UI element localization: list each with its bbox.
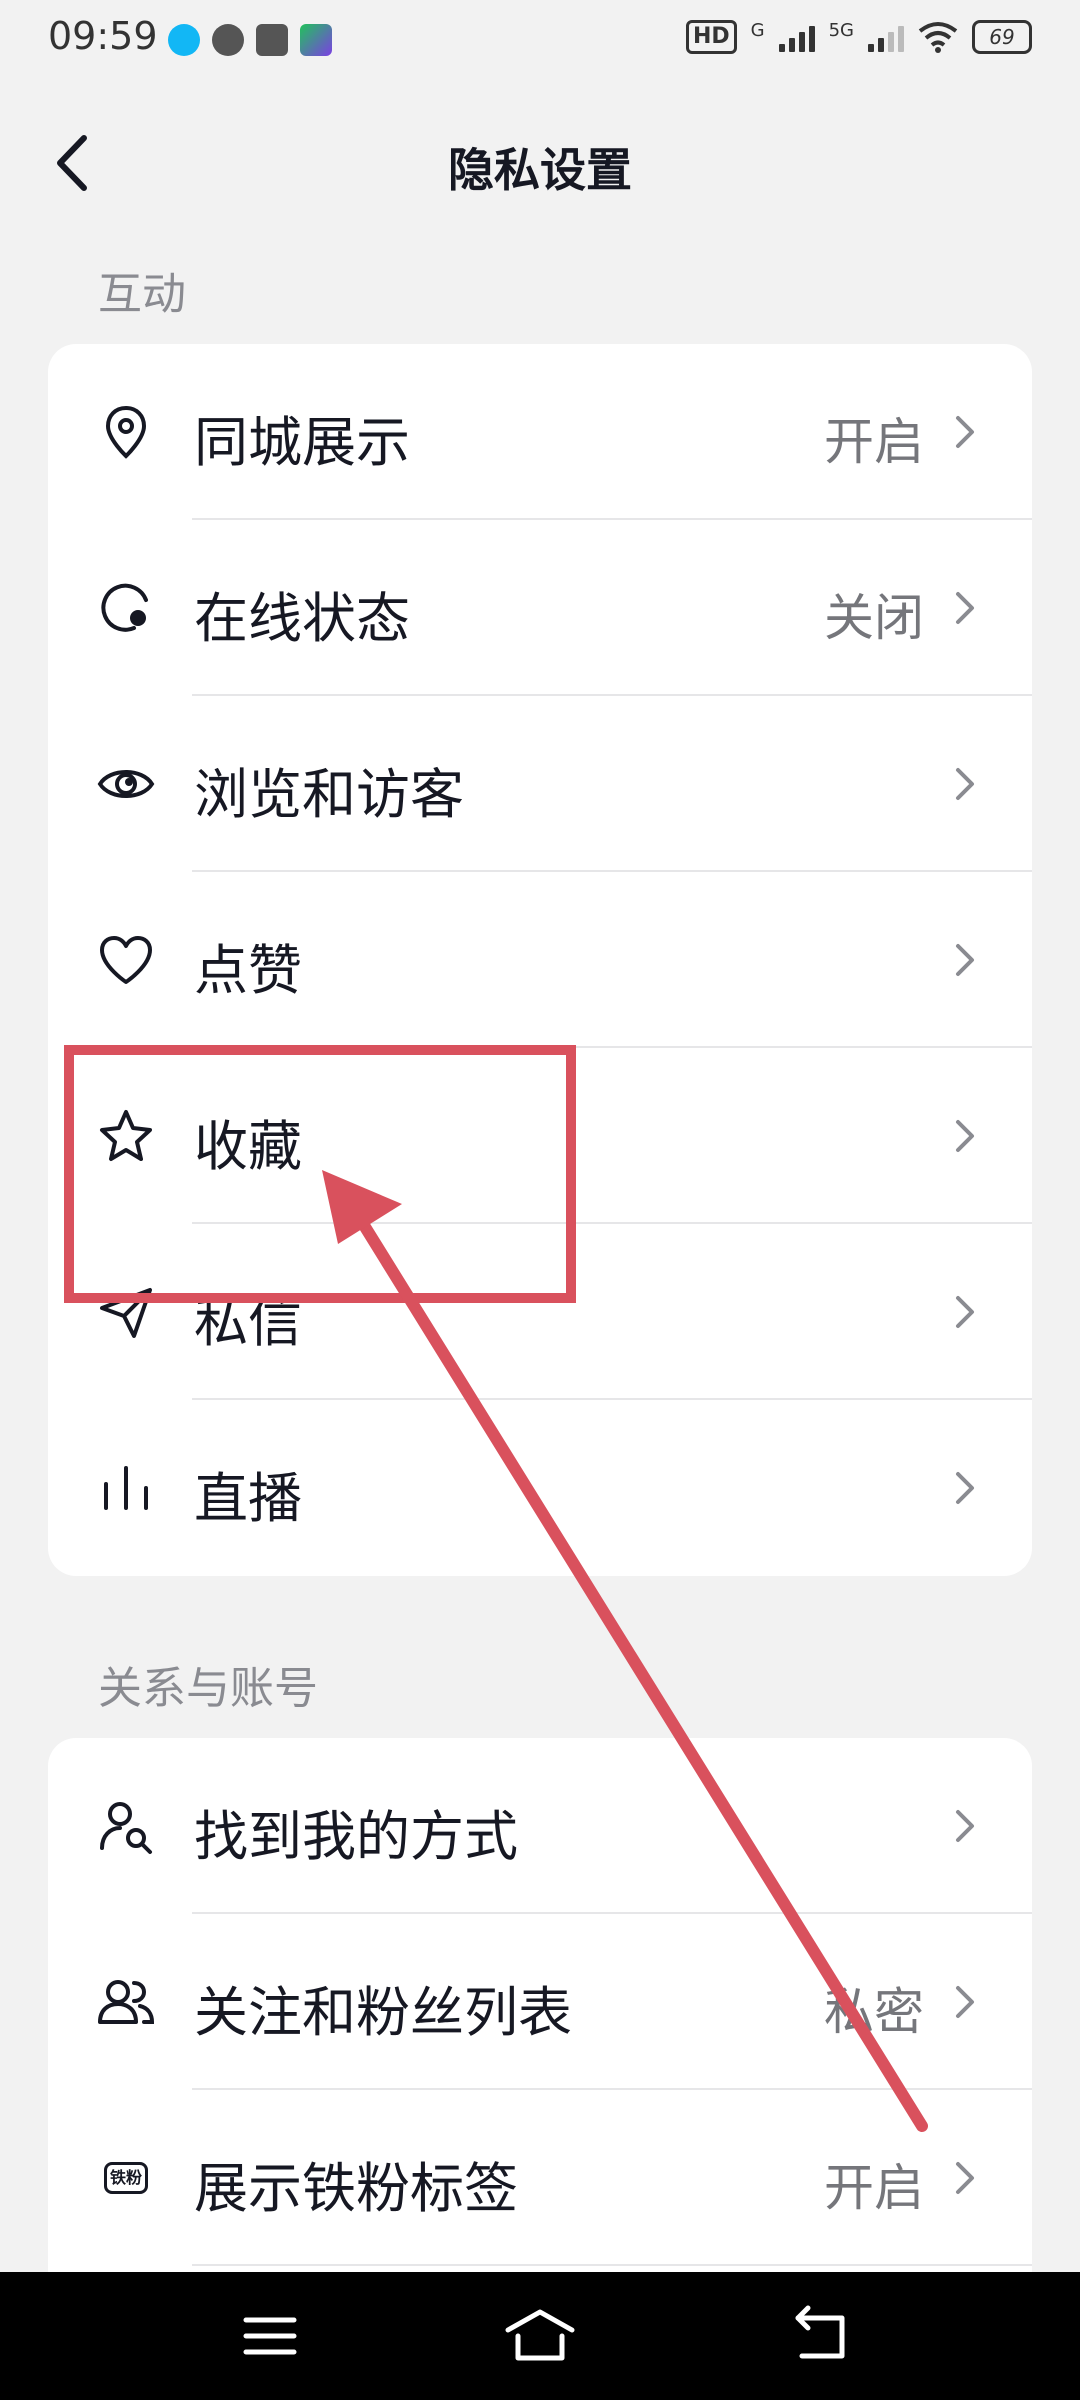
setting-row-nearby[interactable]: 同城展示 开启 xyxy=(48,344,1032,520)
app-circle-icon xyxy=(212,24,244,56)
setting-label: 私信 xyxy=(194,1291,302,1354)
setting-row-following-fans[interactable]: 关注和粉丝列表 私密 xyxy=(48,1914,1032,2090)
chevron-right-icon xyxy=(956,1472,974,1504)
chevron-right-icon xyxy=(956,2162,974,2194)
iqiyi-icon xyxy=(300,24,332,56)
calendar-icon xyxy=(256,24,288,56)
location-pin-icon xyxy=(105,405,147,459)
status-bar: 09:59 HD G 5G 69 xyxy=(0,0,1080,80)
signal-icon xyxy=(778,22,815,52)
signal-5g-icon xyxy=(868,22,904,52)
system-navigation-bar xyxy=(0,2272,1080,2400)
setting-label: 在线状态 xyxy=(194,587,410,650)
setting-value: 开启 xyxy=(824,2159,924,2217)
setting-value: 关闭 xyxy=(824,589,924,647)
section-title-relations: 关系与账号 xyxy=(98,1663,318,1714)
header: 隐私设置 xyxy=(0,100,1080,230)
setting-row-likes[interactable]: 点赞 xyxy=(48,872,1032,1048)
setting-label: 找到我的方式 xyxy=(194,1805,518,1868)
heart-icon xyxy=(100,936,152,984)
find-user-icon xyxy=(100,1802,152,1854)
setting-row-favorites[interactable]: 收藏 xyxy=(48,1048,1032,1224)
eye-icon xyxy=(97,770,155,798)
setting-label: 关注和粉丝列表 xyxy=(194,1981,572,2044)
chevron-right-icon xyxy=(956,1120,974,1152)
chevron-right-icon xyxy=(956,416,974,448)
setting-label: 点赞 xyxy=(194,939,302,1002)
qq-icon xyxy=(168,24,200,56)
chevron-right-icon xyxy=(956,768,974,800)
setting-value: 私密 xyxy=(824,1983,924,2041)
setting-row-find-me[interactable]: 找到我的方式 xyxy=(48,1738,1032,1914)
setting-row-views-visitors[interactable]: 浏览和访客 xyxy=(48,696,1032,872)
network-label-2: 5G xyxy=(828,20,854,41)
status-right: HD G 5G 69 xyxy=(685,20,1032,54)
interaction-settings-card: 同城展示 开启 在线状态 关闭 浏览和访客 点赞 收藏 私信 直播 xyxy=(48,344,1032,1576)
network-label-1: G xyxy=(750,20,765,41)
setting-row-live[interactable]: 直播 xyxy=(48,1400,1032,1576)
status-time: 09:59 xyxy=(48,14,158,58)
setting-row-fan-badge[interactable]: 铁粉 展示铁粉标签 开启 xyxy=(48,2090,1032,2266)
star-icon xyxy=(100,1110,152,1161)
live-bars-icon xyxy=(104,1466,148,1510)
setting-label: 浏览和访客 xyxy=(194,763,464,826)
fan-badge-text: 铁粉 xyxy=(103,2162,148,2194)
back-arrow-icon[interactable] xyxy=(782,2300,862,2372)
battery-indicator: 69 xyxy=(972,20,1032,54)
notification-icons xyxy=(168,24,332,56)
chevron-right-icon xyxy=(956,1810,974,1842)
setting-label: 直播 xyxy=(194,1467,302,1530)
divider xyxy=(192,2264,1032,2266)
page-title: 隐私设置 xyxy=(448,143,632,197)
chevron-right-icon xyxy=(956,944,974,976)
chevron-right-icon xyxy=(956,1296,974,1328)
relations-settings-card: 找到我的方式 关注和粉丝列表 私密 铁粉 展示铁粉标签 开启 xyxy=(48,1738,1032,2298)
setting-value: 开启 xyxy=(824,413,924,471)
setting-row-messages[interactable]: 私信 xyxy=(48,1224,1032,1400)
chevron-right-icon xyxy=(956,592,974,624)
section-title-interaction: 互动 xyxy=(98,269,186,320)
setting-label: 收藏 xyxy=(194,1115,302,1178)
setting-label: 同城展示 xyxy=(194,411,410,474)
online-status-icon xyxy=(101,583,148,632)
setting-row-online-status[interactable]: 在线状态 关闭 xyxy=(48,520,1032,696)
hd-badge: HD xyxy=(685,20,737,54)
paper-plane-icon xyxy=(100,1288,152,1338)
fan-badge-icon: 铁粉 xyxy=(96,2148,156,2208)
wifi-icon xyxy=(918,22,958,53)
users-icon xyxy=(98,1980,155,2024)
menu-icon[interactable] xyxy=(230,2300,310,2372)
home-icon[interactable] xyxy=(500,2300,580,2372)
chevron-right-icon xyxy=(956,1986,974,2018)
setting-label: 展示铁粉标签 xyxy=(194,2157,518,2220)
